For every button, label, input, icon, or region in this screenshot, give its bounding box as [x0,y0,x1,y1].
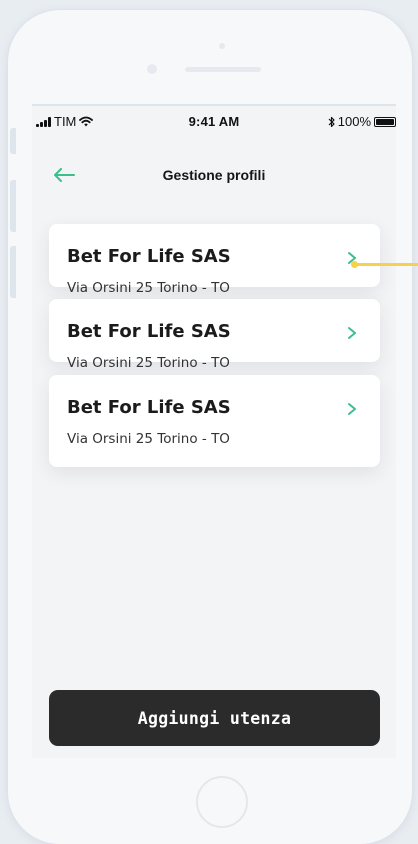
profile-address: Via Orsini 25 Torino - TO [67,431,230,447]
bluetooth-icon [328,116,335,127]
home-button[interactable] [196,776,248,828]
volume-down-button [10,246,16,298]
profile-name: Bet For Life SAS [67,321,231,342]
battery-percentage: 100% [337,114,371,129]
annotation-pointer-line [356,263,418,266]
profile-address: Via Orsini 25 Torino - TO [67,280,230,296]
app-screen: TIM 9:41 AM 100% Gestione profili Bet Fo… [32,104,396,758]
chevron-right-icon[interactable] [346,402,358,416]
status-right: 100% [328,114,396,129]
front-camera [147,64,157,74]
profile-name: Bet For Life SAS [67,246,231,267]
profile-list: Bet For Life SAS Via Orsini 25 Torino - … [49,224,380,479]
profile-address: Via Orsini 25 Torino - TO [67,355,230,371]
volume-up-button [10,180,16,232]
page-title: Gestione profili [162,167,266,183]
status-bar: TIM 9:41 AM 100% [32,106,396,136]
profile-name: Bet For Life SAS [67,397,231,418]
profile-card[interactable]: Bet For Life SAS Via Orsini 25 Torino - … [49,375,380,467]
profile-card[interactable]: Bet For Life SAS Via Orsini 25 Torino - … [49,299,380,371]
add-user-button[interactable]: Aggiungi utenza [49,690,380,746]
profile-card[interactable]: Bet For Life SAS Via Orsini 25 Torino - … [49,224,380,296]
battery-icon [374,116,396,127]
chevron-right-icon[interactable] [346,326,358,340]
mute-switch [10,128,16,154]
proximity-sensor [219,43,225,49]
header: Gestione profili [32,160,396,190]
earpiece-speaker [185,67,261,72]
